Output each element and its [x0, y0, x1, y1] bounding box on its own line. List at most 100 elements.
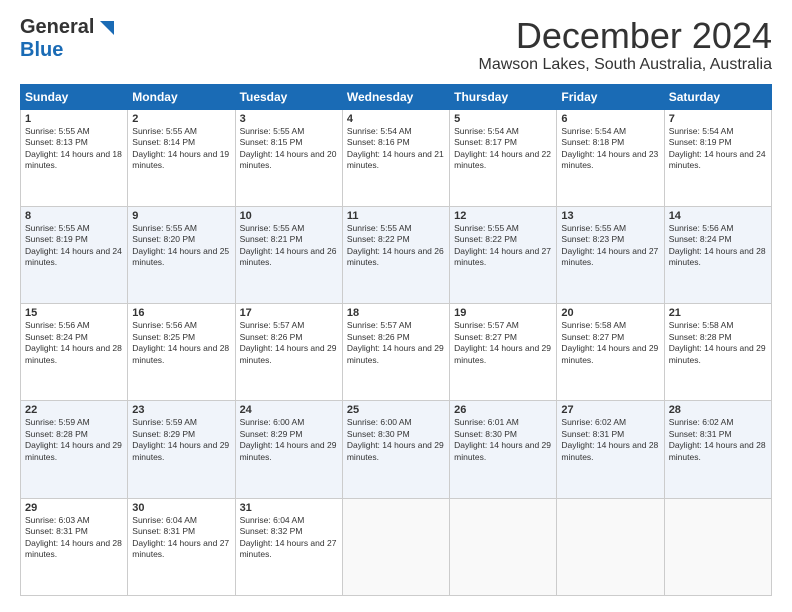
day-number: 9: [132, 210, 230, 222]
logo-general: General: [20, 16, 94, 39]
calendar-week-1: 1Sunrise: 5:55 AMSunset: 8:13 PMDaylight…: [21, 109, 772, 206]
logo-line2: Blue: [20, 39, 63, 62]
day-number: 1: [25, 113, 123, 125]
calendar-title: December 2024: [479, 16, 773, 56]
day-number: 6: [561, 113, 659, 125]
day-info: Sunrise: 5:58 AMSunset: 8:27 PMDaylight:…: [561, 320, 659, 366]
col-header-tuesday: Tuesday: [235, 84, 342, 109]
day-cell-12: 12Sunrise: 5:55 AMSunset: 8:22 PMDayligh…: [450, 206, 557, 303]
day-number: 22: [25, 404, 123, 416]
empty-cell: [450, 498, 557, 595]
day-cell-8: 8Sunrise: 5:55 AMSunset: 8:19 PMDaylight…: [21, 206, 128, 303]
day-info: Sunrise: 6:03 AMSunset: 8:31 PMDaylight:…: [25, 515, 123, 561]
day-cell-15: 15Sunrise: 5:56 AMSunset: 8:24 PMDayligh…: [21, 304, 128, 401]
day-info: Sunrise: 5:57 AMSunset: 8:27 PMDaylight:…: [454, 320, 552, 366]
day-cell-2: 2Sunrise: 5:55 AMSunset: 8:14 PMDaylight…: [128, 109, 235, 206]
day-info: Sunrise: 5:54 AMSunset: 8:18 PMDaylight:…: [561, 126, 659, 172]
calendar-week-5: 29Sunrise: 6:03 AMSunset: 8:31 PMDayligh…: [21, 498, 772, 595]
day-cell-23: 23Sunrise: 5:59 AMSunset: 8:29 PMDayligh…: [128, 401, 235, 498]
logo-blue: Blue: [20, 39, 63, 61]
day-info: Sunrise: 5:57 AMSunset: 8:26 PMDaylight:…: [347, 320, 445, 366]
day-cell-18: 18Sunrise: 5:57 AMSunset: 8:26 PMDayligh…: [342, 304, 449, 401]
day-cell-29: 29Sunrise: 6:03 AMSunset: 8:31 PMDayligh…: [21, 498, 128, 595]
day-cell-14: 14Sunrise: 5:56 AMSunset: 8:24 PMDayligh…: [664, 206, 771, 303]
day-cell-1: 1Sunrise: 5:55 AMSunset: 8:13 PMDaylight…: [21, 109, 128, 206]
day-cell-10: 10Sunrise: 5:55 AMSunset: 8:21 PMDayligh…: [235, 206, 342, 303]
day-info: Sunrise: 5:55 AMSunset: 8:22 PMDaylight:…: [454, 223, 552, 269]
day-info: Sunrise: 6:00 AMSunset: 8:29 PMDaylight:…: [240, 417, 338, 463]
day-info: Sunrise: 5:56 AMSunset: 8:25 PMDaylight:…: [132, 320, 230, 366]
day-info: Sunrise: 6:02 AMSunset: 8:31 PMDaylight:…: [561, 417, 659, 463]
day-info: Sunrise: 5:54 AMSunset: 8:19 PMDaylight:…: [669, 126, 767, 172]
day-number: 14: [669, 210, 767, 222]
day-cell-26: 26Sunrise: 6:01 AMSunset: 8:30 PMDayligh…: [450, 401, 557, 498]
day-cell-3: 3Sunrise: 5:55 AMSunset: 8:15 PMDaylight…: [235, 109, 342, 206]
day-info: Sunrise: 5:55 AMSunset: 8:22 PMDaylight:…: [347, 223, 445, 269]
title-block: December 2024 Mawson Lakes, South Austra…: [479, 16, 773, 74]
day-number: 12: [454, 210, 552, 222]
empty-cell: [557, 498, 664, 595]
day-cell-22: 22Sunrise: 5:59 AMSunset: 8:28 PMDayligh…: [21, 401, 128, 498]
day-number: 15: [25, 307, 123, 319]
day-number: 5: [454, 113, 552, 125]
day-number: 28: [669, 404, 767, 416]
day-number: 20: [561, 307, 659, 319]
col-header-sunday: Sunday: [21, 84, 128, 109]
empty-cell: [342, 498, 449, 595]
day-info: Sunrise: 5:59 AMSunset: 8:28 PMDaylight:…: [25, 417, 123, 463]
day-number: 31: [240, 502, 338, 514]
day-number: 17: [240, 307, 338, 319]
day-info: Sunrise: 6:01 AMSunset: 8:30 PMDaylight:…: [454, 417, 552, 463]
day-cell-4: 4Sunrise: 5:54 AMSunset: 8:16 PMDaylight…: [342, 109, 449, 206]
day-cell-11: 11Sunrise: 5:55 AMSunset: 8:22 PMDayligh…: [342, 206, 449, 303]
day-cell-19: 19Sunrise: 5:57 AMSunset: 8:27 PMDayligh…: [450, 304, 557, 401]
day-cell-24: 24Sunrise: 6:00 AMSunset: 8:29 PMDayligh…: [235, 401, 342, 498]
day-cell-20: 20Sunrise: 5:58 AMSunset: 8:27 PMDayligh…: [557, 304, 664, 401]
calendar-body: 1Sunrise: 5:55 AMSunset: 8:13 PMDaylight…: [21, 109, 772, 595]
day-info: Sunrise: 6:02 AMSunset: 8:31 PMDaylight:…: [669, 417, 767, 463]
day-number: 27: [561, 404, 659, 416]
day-number: 19: [454, 307, 552, 319]
day-cell-31: 31Sunrise: 6:04 AMSunset: 8:32 PMDayligh…: [235, 498, 342, 595]
day-cell-9: 9Sunrise: 5:55 AMSunset: 8:20 PMDaylight…: [128, 206, 235, 303]
day-info: Sunrise: 5:55 AMSunset: 8:19 PMDaylight:…: [25, 223, 123, 269]
day-number: 24: [240, 404, 338, 416]
col-header-saturday: Saturday: [664, 84, 771, 109]
calendar-subtitle: Mawson Lakes, South Australia, Australia: [479, 56, 773, 74]
day-number: 21: [669, 307, 767, 319]
day-info: Sunrise: 5:59 AMSunset: 8:29 PMDaylight:…: [132, 417, 230, 463]
day-number: 7: [669, 113, 767, 125]
empty-cell: [664, 498, 771, 595]
day-number: 11: [347, 210, 445, 222]
day-number: 25: [347, 404, 445, 416]
day-cell-28: 28Sunrise: 6:02 AMSunset: 8:31 PMDayligh…: [664, 401, 771, 498]
calendar-header-row: SundayMondayTuesdayWednesdayThursdayFrid…: [21, 84, 772, 109]
day-info: Sunrise: 5:55 AMSunset: 8:13 PMDaylight:…: [25, 126, 123, 172]
calendar-week-4: 22Sunrise: 5:59 AMSunset: 8:28 PMDayligh…: [21, 401, 772, 498]
col-header-friday: Friday: [557, 84, 664, 109]
day-info: Sunrise: 5:55 AMSunset: 8:20 PMDaylight:…: [132, 223, 230, 269]
day-info: Sunrise: 5:55 AMSunset: 8:21 PMDaylight:…: [240, 223, 338, 269]
day-number: 18: [347, 307, 445, 319]
day-cell-17: 17Sunrise: 5:57 AMSunset: 8:26 PMDayligh…: [235, 304, 342, 401]
day-number: 23: [132, 404, 230, 416]
logo-triangle-icon: [94, 17, 116, 39]
day-cell-21: 21Sunrise: 5:58 AMSunset: 8:28 PMDayligh…: [664, 304, 771, 401]
day-info: Sunrise: 6:04 AMSunset: 8:32 PMDaylight:…: [240, 515, 338, 561]
day-number: 30: [132, 502, 230, 514]
calendar-week-2: 8Sunrise: 5:55 AMSunset: 8:19 PMDaylight…: [21, 206, 772, 303]
day-info: Sunrise: 5:58 AMSunset: 8:28 PMDaylight:…: [669, 320, 767, 366]
day-cell-30: 30Sunrise: 6:04 AMSunset: 8:31 PMDayligh…: [128, 498, 235, 595]
day-number: 13: [561, 210, 659, 222]
col-header-thursday: Thursday: [450, 84, 557, 109]
col-header-wednesday: Wednesday: [342, 84, 449, 109]
day-info: Sunrise: 5:56 AMSunset: 8:24 PMDaylight:…: [25, 320, 123, 366]
calendar-week-3: 15Sunrise: 5:56 AMSunset: 8:24 PMDayligh…: [21, 304, 772, 401]
day-cell-13: 13Sunrise: 5:55 AMSunset: 8:23 PMDayligh…: [557, 206, 664, 303]
page: General Blue December 2024 Mawson Lakes,…: [0, 0, 792, 612]
day-info: Sunrise: 5:54 AMSunset: 8:17 PMDaylight:…: [454, 126, 552, 172]
logo: General Blue: [20, 16, 116, 62]
day-number: 3: [240, 113, 338, 125]
logo-line1: General: [20, 16, 116, 39]
day-cell-27: 27Sunrise: 6:02 AMSunset: 8:31 PMDayligh…: [557, 401, 664, 498]
